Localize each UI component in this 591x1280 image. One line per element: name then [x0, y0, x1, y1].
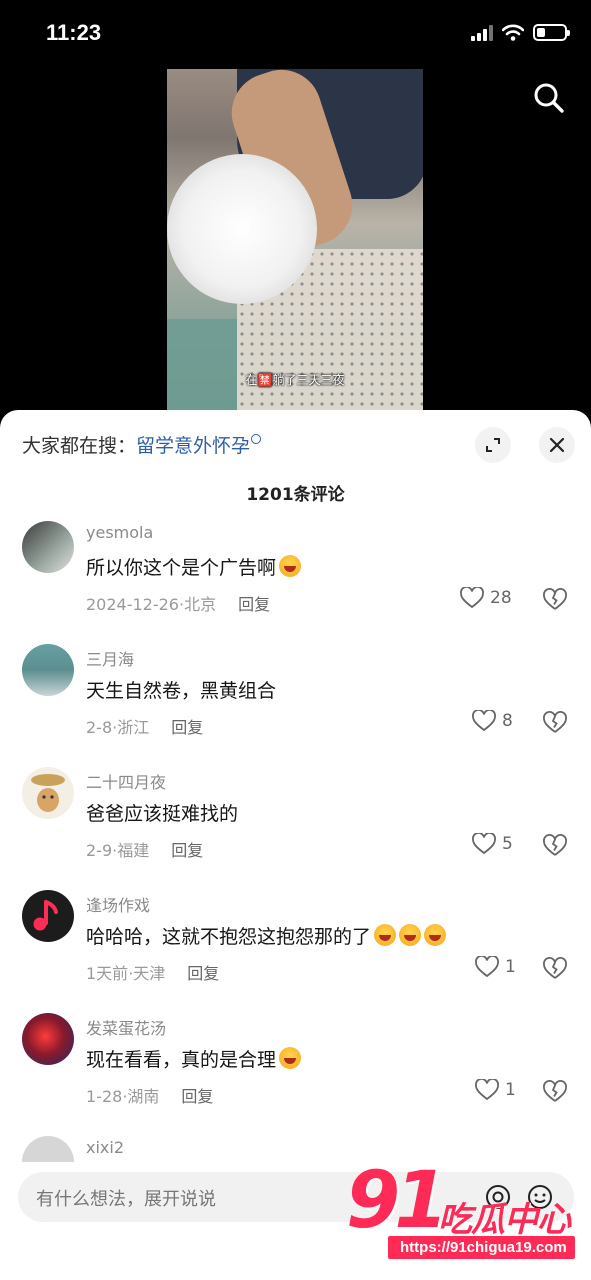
comment-username[interactable]: 三月海 [86, 646, 134, 670]
reply-button[interactable]: 回复 [171, 841, 203, 860]
music-note-icon [33, 900, 58, 931]
watermark-name: 吃瓜中心 [438, 1200, 571, 1240]
status-bar: 11:23 [0, 0, 591, 70]
comment-item: 二十四月夜 爸爸应该挺难找的 2-9·福建 回复 5 [0, 767, 591, 887]
avatar[interactable] [22, 1013, 74, 1065]
like-button[interactable]: 5 [472, 833, 513, 855]
comment-username[interactable]: yesmola [86, 523, 153, 542]
comment-location: 北京 [184, 595, 217, 614]
comment-meta: 2-8·浙江 回复 [86, 718, 204, 737]
heart-icon [472, 833, 496, 855]
heart-icon [472, 710, 496, 732]
comment-text-body: 哈哈哈，这就不抱怨这抱怨那的了 [86, 926, 372, 948]
site-watermark: 91 吃瓜中心 https://91chigua19.com [346, 1162, 586, 1264]
battery-level [537, 28, 545, 37]
comment-text: 所以你这个是个广告啊 [86, 553, 302, 580]
comment-username[interactable]: 逢场作戏 [86, 892, 150, 916]
comment-date: 2-8 [86, 718, 113, 737]
broken-heart-icon[interactable] [543, 711, 567, 735]
status-time: 11:23 [46, 20, 102, 45]
video-caption: 在🈲躺了三天三夜 [245, 373, 345, 387]
broken-heart-icon[interactable] [543, 834, 567, 858]
comment-location: 浙江 [117, 718, 150, 737]
broken-heart-icon[interactable] [543, 588, 567, 612]
heart-icon [475, 956, 499, 978]
watermark-url: https://91chigua19.com [388, 1236, 575, 1259]
comment-meta: 1天前·天津 回复 [86, 964, 220, 983]
comment-text: 天生自然卷，黑黄组合 [86, 680, 277, 702]
avatar[interactable] [22, 521, 74, 573]
battery-icon [533, 24, 570, 41]
like-count: 8 [502, 711, 513, 731]
comment-text-body: 所以你这个是个广告啊 [86, 557, 277, 579]
cat-avatar-image [31, 774, 65, 812]
angry-emoji-icon [424, 924, 447, 946]
comment-location: 湖南 [127, 1087, 160, 1106]
comment-username[interactable]: 二十四月夜 [86, 769, 166, 793]
search-small-icon [251, 434, 262, 444]
avatar[interactable] [22, 644, 74, 696]
video-scene-cloud [167, 154, 317, 304]
comment-item: 逢场作戏 哈哈哈，这就不抱怨这抱怨那的了 1天前·天津 回复 1 [0, 890, 591, 1010]
angry-emoji-icon [399, 924, 422, 946]
close-button[interactable] [539, 427, 575, 463]
broken-heart-icon[interactable] [543, 1080, 567, 1104]
comment-text-body: 现在看看，真的是合理 [86, 1049, 277, 1071]
angry-emoji-icon [374, 924, 397, 946]
search-suggestion-term[interactable]: 留学意外怀孕 [136, 435, 250, 457]
watermark-number: 91 [346, 1156, 449, 1246]
comment-input-placeholder: 有什么想法，展开说说 [36, 1189, 216, 1210]
like-button[interactable]: 1 [475, 956, 516, 978]
comment-item: 三月海 天生自然卷，黑黄组合 2-8·浙江 回复 8 [0, 644, 591, 764]
like-count: 5 [502, 834, 513, 854]
search-icon[interactable] [531, 80, 567, 116]
laugh-emoji-icon [279, 555, 302, 577]
status-icons [471, 24, 570, 41]
broken-heart-icon[interactable] [543, 957, 567, 981]
comment-count: 1201条评论 [246, 485, 345, 505]
comment-date: 1-28 [86, 1087, 123, 1106]
avatar[interactable] [22, 890, 74, 942]
close-icon [549, 437, 565, 453]
search-suggestion[interactable]: 大家都在搜：留学意外怀孕 [22, 431, 262, 458]
heart-icon [460, 587, 484, 609]
comments-sheet: 大家都在搜：留学意外怀孕 1201条评论 yesmola 所以你这个是个广告啊 … [0, 410, 591, 1280]
cellular-signal-icon [471, 24, 493, 41]
expand-button[interactable] [475, 427, 511, 463]
reply-button[interactable]: 回复 [181, 1087, 213, 1106]
comment-date: 2-9 [86, 841, 113, 860]
like-count: 1 [505, 1080, 516, 1100]
comment-username[interactable]: xixi2 [86, 1138, 124, 1157]
like-count: 1 [505, 957, 516, 977]
comment-location: 天津 [133, 964, 166, 983]
reply-button[interactable]: 回复 [187, 964, 219, 983]
like-button[interactable]: 8 [472, 710, 513, 732]
comment-item: yesmola 所以你这个是个广告啊 2024-12-26·北京 回复 28 [0, 521, 591, 641]
heart-icon [475, 1079, 499, 1101]
expand-icon [486, 438, 500, 452]
comment-text: 爸爸应该挺难找的 [86, 803, 239, 825]
comment-meta: 2-9·福建 回复 [86, 841, 204, 860]
video-frame[interactable]: 在🈲躺了三天三夜 [167, 69, 423, 414]
like-button[interactable]: 1 [475, 1079, 516, 1101]
angry-emoji-icon [279, 1047, 302, 1069]
like-count: 28 [490, 588, 512, 608]
search-suggestion-prefix: 大家都在搜： [22, 435, 137, 457]
comment-item: 发菜蛋花汤 现在看看，真的是合理 1-28·湖南 回复 1 [0, 1013, 591, 1133]
reply-button[interactable]: 回复 [238, 595, 270, 614]
comment-meta: 1-28·湖南 回复 [86, 1087, 214, 1106]
avatar[interactable] [22, 767, 74, 819]
like-button[interactable]: 28 [460, 587, 512, 609]
comment-username[interactable]: 发菜蛋花汤 [86, 1015, 166, 1039]
reply-button[interactable]: 回复 [171, 718, 203, 737]
comment-text: 现在看看，真的是合理 [86, 1045, 302, 1072]
wifi-icon [502, 24, 524, 41]
comment-date: 2024-12-26 [86, 595, 179, 614]
comment-location: 福建 [117, 841, 150, 860]
comment-text: 哈哈哈，这就不抱怨这抱怨那的了 [86, 922, 447, 949]
comment-date: 1天前 [86, 964, 129, 983]
comment-meta: 2024-12-26·北京 回复 [86, 595, 271, 614]
